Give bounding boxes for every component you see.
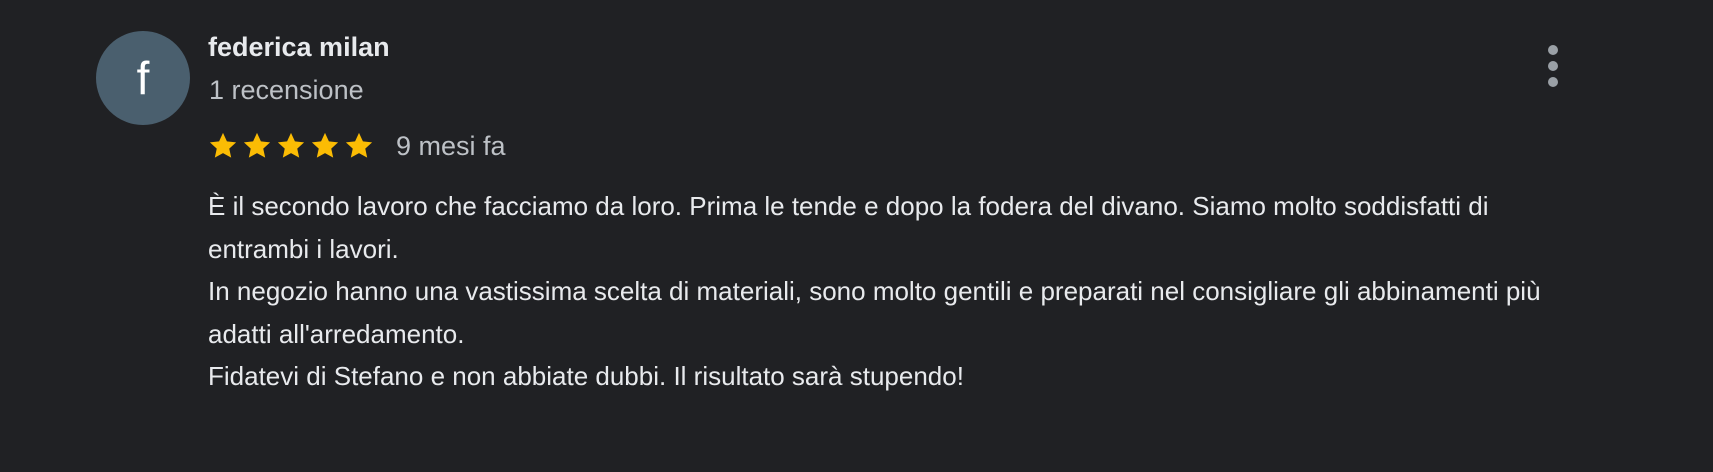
rating-row: 9 mesi fa (207, 126, 506, 166)
review-card: f federica milan 1 recensione 9 mesi fa … (0, 0, 1713, 472)
star-rating (207, 130, 375, 162)
star-icon (275, 130, 307, 162)
author-name[interactable]: federica milan (208, 32, 390, 63)
review-text: È il secondo lavoro che facciamo da loro… (208, 185, 1588, 398)
review-paragraph: È il secondo lavoro che facciamo da loro… (208, 191, 1489, 264)
review-paragraph: Fidatevi di Stefano e non abbiate dubbi.… (208, 361, 964, 391)
review-date: 9 mesi fa (396, 130, 506, 161)
review-paragraph: In negozio hanno una vastissima scelta d… (208, 276, 1541, 349)
star-icon (241, 130, 273, 162)
more-options-button[interactable] (1530, 40, 1576, 92)
star-icon (207, 130, 239, 162)
star-icon (343, 130, 375, 162)
review-count: 1 recensione (209, 75, 364, 105)
avatar[interactable]: f (96, 31, 190, 125)
star-icon (309, 130, 341, 162)
